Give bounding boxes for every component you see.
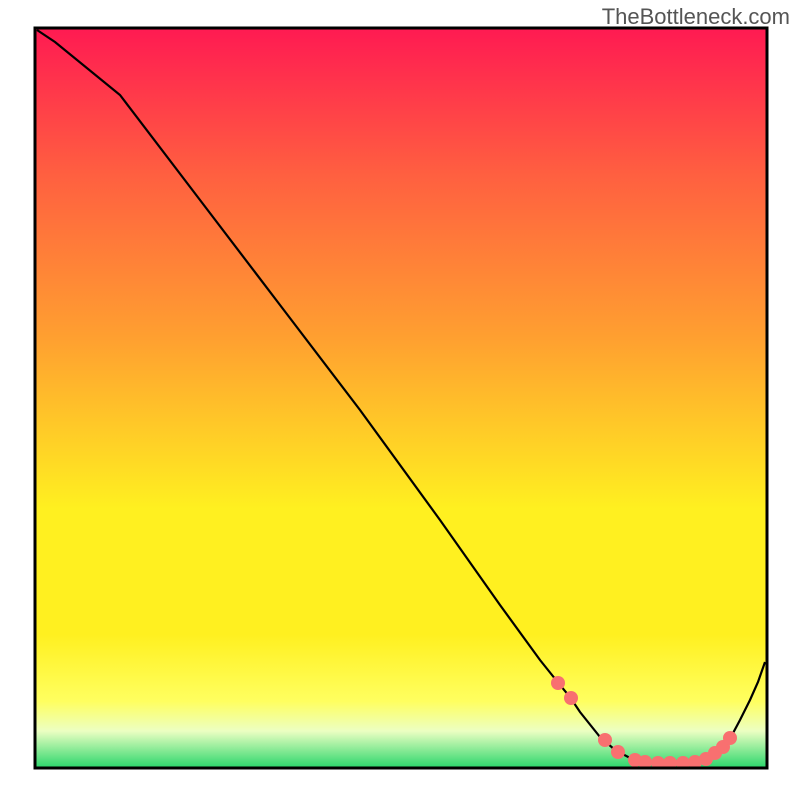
curve-marker — [598, 733, 612, 747]
curve-marker — [564, 691, 578, 705]
curve-marker — [723, 731, 737, 745]
curve-marker — [551, 676, 565, 690]
chart-svg — [0, 0, 800, 800]
gradient-background — [35, 28, 767, 768]
chart-container: { "watermark": "TheBottleneck.com", "cha… — [0, 0, 800, 800]
watermark-text: TheBottleneck.com — [602, 4, 790, 30]
curve-marker — [611, 745, 625, 759]
